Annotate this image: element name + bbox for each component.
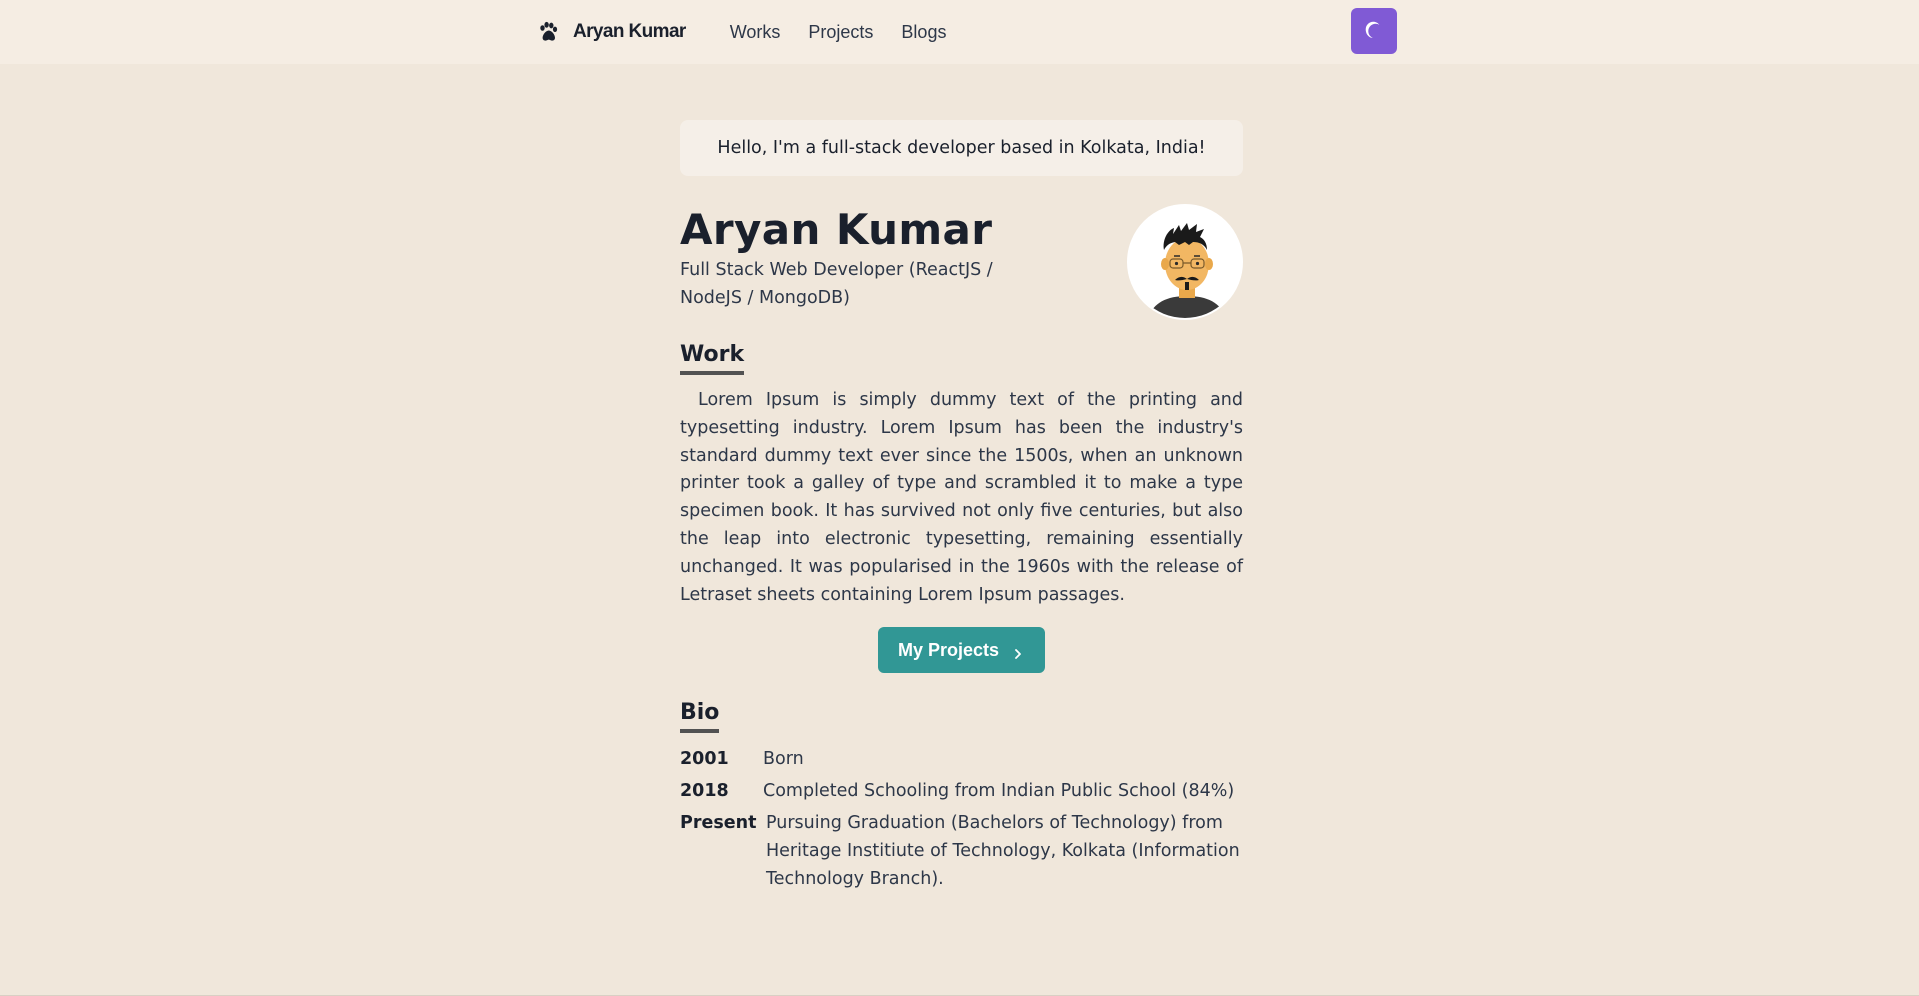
bio-description: Born <box>763 749 804 770</box>
work-heading: Work <box>680 341 745 375</box>
brand-name: Aryan Kumar <box>573 21 686 42</box>
profile-section: Aryan Kumar Full Stack Web Developer (Re… <box>680 204 1243 324</box>
paw-icon <box>536 20 560 44</box>
bio-entry: 2001 Born <box>680 745 1243 773</box>
brand-link[interactable]: Aryan Kumar <box>536 20 686 44</box>
bio-entry: 2018 Completed Schooling from Indian Pub… <box>680 777 1243 805</box>
my-projects-button-label: My Projects <box>897 639 1000 660</box>
my-projects-button[interactable]: My Projects <box>877 627 1046 674</box>
bio-description: Completed Schooling from Indian Public S… <box>763 781 1235 802</box>
nav-link-works[interactable]: Works <box>730 22 781 43</box>
theme-toggle-button[interactable] <box>1351 8 1397 54</box>
avatar <box>1127 204 1243 320</box>
chevron-right-icon <box>1013 644 1023 660</box>
bio-section: Bio 2001 Born 2018 Completed Schooling f… <box>680 699 1243 893</box>
nav-link-projects[interactable]: Projects <box>808 22 873 43</box>
avatar-cartoon <box>1129 206 1241 318</box>
work-description: Lorem Ipsum is simply dummy text of the … <box>680 390 1243 605</box>
bio-year: 2018 <box>680 781 729 802</box>
bio-description: Pursuing Graduation (Bachelors of Techno… <box>766 813 1240 890</box>
profile-title: Full Stack Web Developer (ReactJS / Node… <box>680 260 993 308</box>
bio-year: Present <box>680 813 757 834</box>
moon-icon <box>1364 21 1384 41</box>
work-section: Work Lorem Ipsum is simply dummy text of… <box>680 341 1243 674</box>
bio-year: 2001 <box>680 749 729 770</box>
main-content: Hello, I'm a full-stack developer based … <box>680 120 1243 897</box>
projects-button-wrap: My Projects <box>680 627 1243 674</box>
bio-list: 2001 Born 2018 Completed Schooling from … <box>680 745 1243 893</box>
nav-links: Works Projects Blogs <box>730 22 975 43</box>
navbar: Aryan Kumar Works Projects Blogs <box>0 0 1919 64</box>
greeting-banner: Hello, I'm a full-stack developer based … <box>680 120 1243 176</box>
bio-heading: Bio <box>680 699 720 734</box>
nav-link-blogs[interactable]: Blogs <box>901 22 946 43</box>
bio-entry: Present Pursuing Graduation (Bachelors o… <box>680 809 1243 893</box>
navbar-inner: Aryan Kumar Works Projects Blogs <box>536 0 1398 64</box>
